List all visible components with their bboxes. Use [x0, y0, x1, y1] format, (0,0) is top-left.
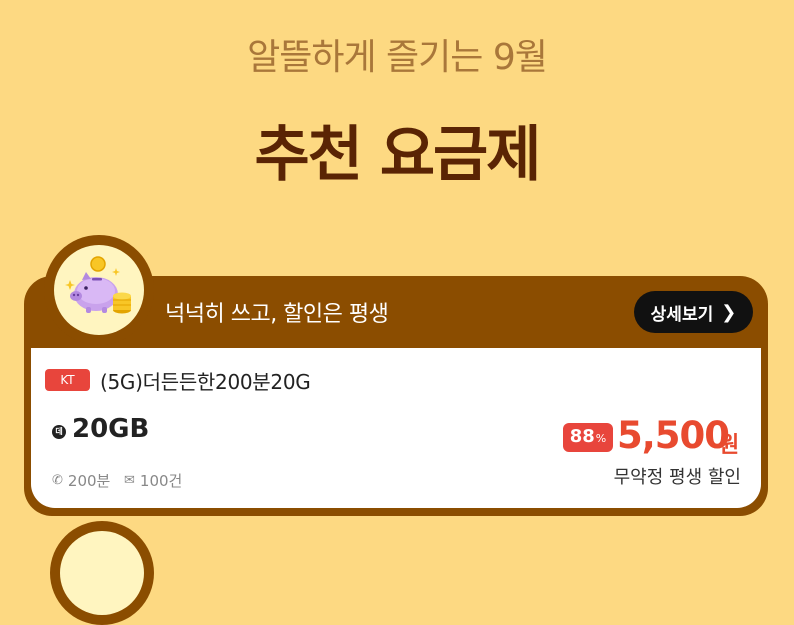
sms-amount: 100건	[139, 472, 183, 490]
carrier-badge: KT	[45, 369, 90, 391]
phone-icon: ✆	[52, 473, 63, 488]
piggy-bank-icon	[65, 256, 131, 314]
mail-icon: ✉	[124, 473, 135, 488]
data-amount: 20GB	[72, 414, 150, 444]
data-icon: 데	[52, 425, 66, 439]
next-card-icon-badge-inner	[60, 531, 144, 615]
calls-info: ✆ 200분	[52, 470, 110, 491]
discount-badge: 88 %	[563, 423, 613, 452]
page-subtitle: 알뜰하게 즐기는 9월	[247, 37, 548, 78]
detail-button-label: 상세보기	[650, 304, 714, 325]
discount-value: 88	[569, 426, 595, 447]
calls-amount: 200분	[67, 472, 111, 490]
price-unit: 원	[719, 433, 740, 458]
detail-button[interactable]: 상세보기 ❯	[634, 291, 753, 333]
plan-slogan: 넉넉히 쓰고, 할인은 평생	[165, 302, 389, 327]
contract-note: 무약정 평생 할인	[613, 467, 741, 488]
plan-name[interactable]: (5G)더든든한200분20G	[100, 366, 311, 395]
price-value: 5,500	[617, 414, 730, 457]
discount-unit: %	[595, 432, 607, 445]
chevron-right-icon: ❯	[721, 301, 737, 323]
sms-info: ✉ 100건	[124, 470, 182, 491]
page-title: 추천 요금제	[254, 120, 542, 190]
